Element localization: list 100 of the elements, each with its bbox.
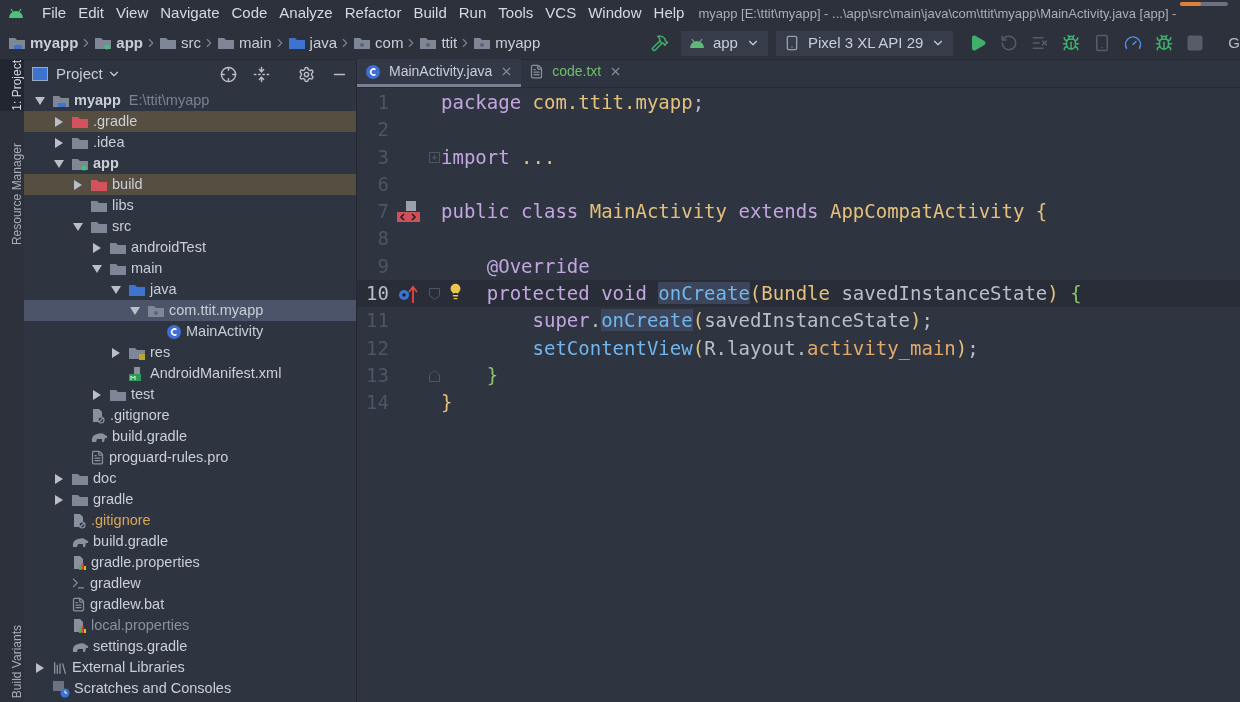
tree-item[interactable]: proguard-rules.pro: [24, 447, 356, 468]
tree-item[interactable]: res: [24, 342, 356, 363]
expanded-arrow-icon[interactable]: [35, 96, 45, 105]
tree-item[interactable]: test: [24, 384, 356, 405]
expanded-arrow-icon[interactable]: [54, 159, 64, 168]
view-dropdown[interactable]: Project: [56, 62, 121, 86]
menu-item[interactable]: Navigate: [154, 2, 226, 25]
tree-item[interactable]: java: [24, 279, 356, 300]
collapsed-arrow-icon[interactable]: [55, 473, 63, 484]
tree-item[interactable]: androidTest: [24, 237, 356, 258]
folder-icon: [90, 198, 108, 213]
layout-file-icon[interactable]: [396, 199, 420, 224]
scratches-icon: [52, 679, 70, 698]
editor-tab[interactable]: code.txt: [521, 59, 631, 87]
tool-window-tab[interactable]: Build Variants: [0, 624, 24, 698]
collapsed-arrow-icon[interactable]: [55, 137, 63, 148]
tree-item[interactable]: External Libraries: [24, 657, 356, 678]
menu-item[interactable]: Window: [582, 2, 648, 25]
collapsed-arrow-icon[interactable]: [112, 347, 120, 358]
breadcrumb[interactable]: src: [159, 31, 202, 55]
collapsed-arrow-icon[interactable]: [36, 662, 44, 673]
tree-item[interactable]: com.ttit.myapp: [24, 300, 356, 321]
expanded-arrow-icon[interactable]: [73, 222, 83, 231]
tree-item[interactable]: build.gradle: [24, 426, 356, 447]
build-icon[interactable]: [650, 34, 669, 52]
run-icon[interactable]: [969, 34, 988, 52]
menu-item[interactable]: Help: [647, 2, 691, 25]
tool-window-tab[interactable]: Resource Manager: [0, 142, 24, 245]
menu-item[interactable]: File: [36, 2, 73, 25]
tree-item[interactable]: build.gradle: [24, 531, 356, 552]
tree-item[interactable]: gradle: [24, 489, 356, 510]
panel-icon: [32, 67, 48, 81]
collapsed-arrow-icon[interactable]: [93, 389, 101, 400]
menu-item[interactable]: Code: [225, 2, 274, 25]
tree-item[interactable]: .idea: [24, 132, 356, 153]
tree-item[interactable]: main: [24, 258, 356, 279]
tree-item[interactable]: .gitignore: [24, 405, 356, 426]
breadcrumb[interactable]: com: [353, 31, 404, 55]
breadcrumb[interactable]: main: [217, 31, 272, 55]
locate-icon[interactable]: [220, 65, 237, 83]
device-dropdown[interactable]: Pixel 3 XL API 29: [775, 30, 954, 56]
tree-item[interactable]: AndroidManifest.xml: [24, 363, 356, 384]
breadcrumb[interactable]: myapp: [8, 31, 79, 55]
collapse-icon[interactable]: [253, 65, 270, 83]
menu-item[interactable]: View: [110, 2, 155, 25]
override-icon[interactable]: [397, 283, 419, 304]
debug-icon[interactable]: [1062, 34, 1081, 52]
window-title: myapp [E:\ttit\myapp] - ...\app\src\main\java\com\ttit\myapp\MainActivity.java [app] -: [698, 4, 1177, 23]
expanded-arrow-icon[interactable]: [130, 306, 140, 315]
tree-item[interactable]: .gitignore: [24, 510, 356, 531]
tree-item[interactable]: build: [24, 174, 356, 195]
editor-tab[interactable]: MainActivity.java: [357, 59, 522, 87]
menu-item[interactable]: Tools: [492, 2, 540, 25]
tree-item[interactable]: gradlew.bat: [24, 594, 356, 615]
package-folder-icon: [473, 36, 492, 50]
tree-item[interactable]: MainActivity: [24, 321, 356, 342]
package-folder-icon: [419, 36, 438, 50]
package-folder-icon: [147, 303, 165, 318]
collapsed-arrow-icon[interactable]: [55, 116, 63, 127]
menu-item[interactable]: Refactor: [338, 2, 408, 25]
tree-item[interactable]: gradlew: [24, 573, 356, 594]
expanded-arrow-icon[interactable]: [111, 285, 121, 294]
run-config-dropdown[interactable]: app: [680, 30, 768, 56]
settings-icon[interactable]: [298, 65, 315, 83]
tree-item[interactable]: app: [24, 153, 356, 174]
menu-item[interactable]: Run: [452, 2, 493, 25]
tree-item[interactable]: myapp E:\ttit\myapp: [24, 90, 356, 111]
tree-item[interactable]: settings.gradle: [24, 636, 356, 657]
menu-item[interactable]: VCS: [539, 2, 583, 25]
breadcrumb[interactable]: java: [287, 31, 338, 55]
collapsed-arrow-icon[interactable]: [93, 242, 101, 253]
menu-item[interactable]: Analyze: [273, 2, 339, 25]
code-line: protected void onCreate(Bundle savedInstanceState) {: [485, 281, 1082, 307]
menu-item[interactable]: Build: [407, 2, 453, 25]
collapsed-arrow-icon[interactable]: [55, 494, 63, 505]
tree-item[interactable]: Scratches and Consoles: [24, 678, 356, 699]
toolbar-label[interactable]: G: [1228, 31, 1240, 55]
folder-icon: [109, 387, 127, 402]
tool-window-tab[interactable]: 1: Project: [0, 60, 24, 111]
gauge-icon[interactable]: [1124, 34, 1143, 52]
folder-icon: [109, 240, 127, 255]
tree-item[interactable]: doc: [24, 468, 356, 489]
folder-icon: [287, 36, 306, 50]
tree-item[interactable]: .gradle: [24, 111, 356, 132]
tree-item[interactable]: local.properties: [24, 615, 356, 636]
collapsed-arrow-icon[interactable]: [74, 179, 82, 190]
breadcrumb[interactable]: myapp: [473, 31, 541, 55]
folder-icon: [217, 36, 236, 50]
menu-item[interactable]: Edit: [72, 2, 111, 25]
code-line: setContentView(R.layout.activity_main);: [531, 335, 979, 362]
breadcrumb[interactable]: app: [94, 31, 144, 55]
breadcrumb[interactable]: ttit: [419, 31, 458, 55]
code-line: }: [485, 362, 499, 388]
expanded-arrow-icon[interactable]: [92, 264, 102, 273]
folder-icon: [71, 492, 89, 507]
tree-item[interactable]: src: [24, 216, 356, 237]
android-icon: [688, 37, 705, 49]
properties-file-icon: [71, 617, 87, 634]
tree-item[interactable]: libs: [24, 195, 356, 216]
tree-item[interactable]: gradle.properties: [24, 552, 356, 573]
